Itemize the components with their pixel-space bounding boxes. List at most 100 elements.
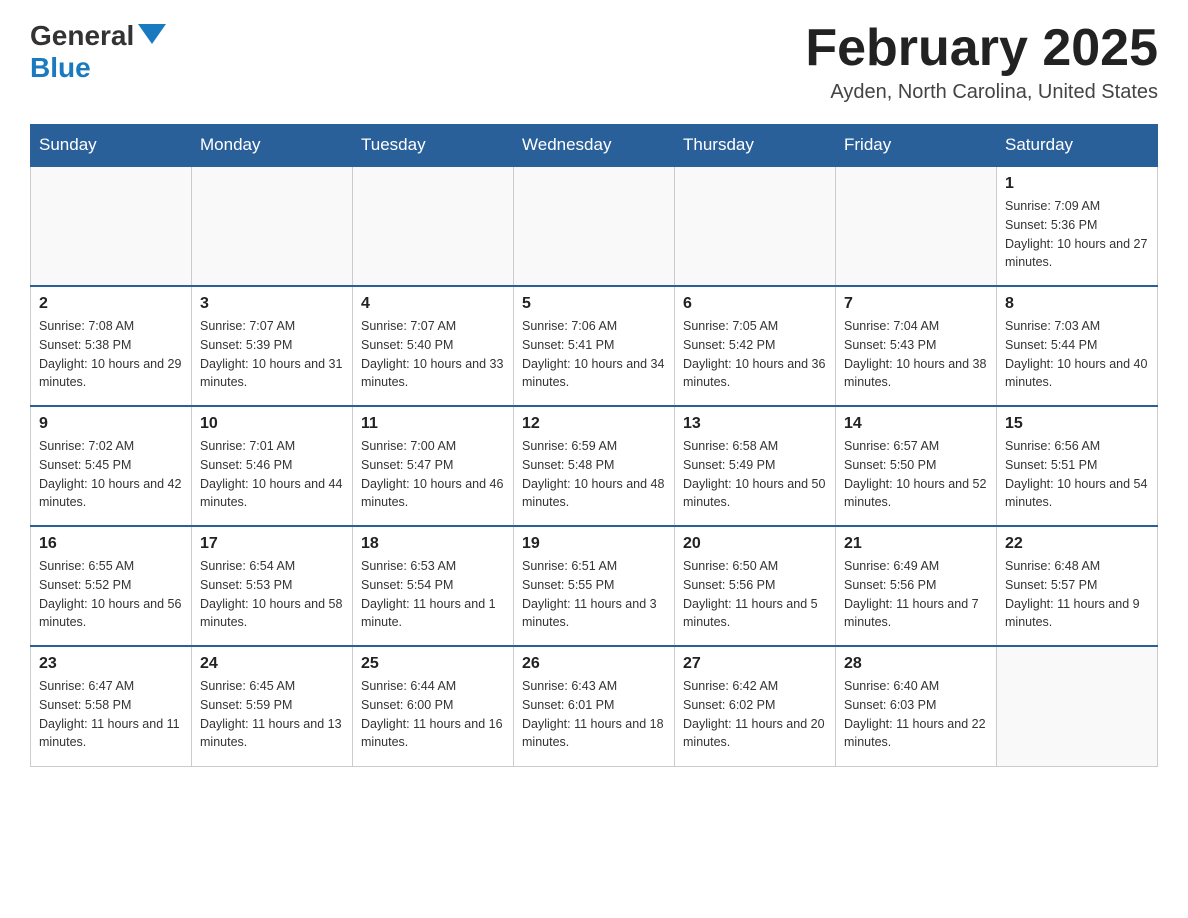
day-number: 9 xyxy=(39,415,183,433)
title-area: February 2025 Ayden, North Carolina, Uni… xyxy=(805,20,1158,104)
calendar-table: SundayMondayTuesdayWednesdayThursdayFrid… xyxy=(30,124,1158,767)
day-number: 19 xyxy=(522,535,666,553)
day-info: Sunrise: 6:42 AMSunset: 6:02 PMDaylight:… xyxy=(683,677,827,752)
weekday-header-monday: Monday xyxy=(192,125,353,167)
logo: General Blue xyxy=(30,20,166,84)
day-number: 16 xyxy=(39,535,183,553)
day-info: Sunrise: 6:51 AMSunset: 5:55 PMDaylight:… xyxy=(522,557,666,632)
weekday-header-wednesday: Wednesday xyxy=(514,125,675,167)
calendar-cell xyxy=(192,166,353,286)
weekday-header-sunday: Sunday xyxy=(31,125,192,167)
page-header: General Blue February 2025 Ayden, North … xyxy=(30,20,1158,104)
logo-triangle-icon xyxy=(138,24,166,44)
calendar-cell: 18Sunrise: 6:53 AMSunset: 5:54 PMDayligh… xyxy=(353,526,514,646)
day-info: Sunrise: 6:58 AMSunset: 5:49 PMDaylight:… xyxy=(683,437,827,512)
day-info: Sunrise: 6:43 AMSunset: 6:01 PMDaylight:… xyxy=(522,677,666,752)
day-number: 11 xyxy=(361,415,505,433)
day-number: 17 xyxy=(200,535,344,553)
day-number: 27 xyxy=(683,655,827,673)
calendar-cell xyxy=(836,166,997,286)
calendar-cell: 22Sunrise: 6:48 AMSunset: 5:57 PMDayligh… xyxy=(997,526,1158,646)
day-info: Sunrise: 7:04 AMSunset: 5:43 PMDaylight:… xyxy=(844,317,988,392)
day-info: Sunrise: 6:55 AMSunset: 5:52 PMDaylight:… xyxy=(39,557,183,632)
calendar-cell xyxy=(353,166,514,286)
day-info: Sunrise: 6:54 AMSunset: 5:53 PMDaylight:… xyxy=(200,557,344,632)
day-number: 12 xyxy=(522,415,666,433)
day-number: 25 xyxy=(361,655,505,673)
day-info: Sunrise: 6:40 AMSunset: 6:03 PMDaylight:… xyxy=(844,677,988,752)
day-number: 2 xyxy=(39,295,183,313)
day-number: 8 xyxy=(1005,295,1149,313)
week-row-5: 23 Sunrise: 6:47 AMSunset: 5:58 PMDayligh… xyxy=(31,646,1158,766)
day-number: 7 xyxy=(844,295,988,313)
day-number: 15 xyxy=(1005,415,1149,433)
logo-blue-text: Blue xyxy=(30,52,91,84)
calendar-cell: 14 Sunrise: 6:57 AMSunset: 5:50 PMDayligh… xyxy=(836,406,997,526)
calendar-cell: 4 Sunrise: 7:07 AMSunset: 5:40 PMDaylight… xyxy=(353,286,514,406)
day-info: Sunrise: 7:01 AMSunset: 5:46 PMDaylight:… xyxy=(200,437,344,512)
day-info: Sunrise: 7:07 AMSunset: 5:40 PMDaylight:… xyxy=(361,317,505,392)
day-info: Sunrise: 7:09 AMSunset: 5:36 PMDaylight:… xyxy=(1005,197,1149,272)
day-number: 28 xyxy=(844,655,988,673)
day-number: 20 xyxy=(683,535,827,553)
day-number: 4 xyxy=(361,295,505,313)
weekday-header-saturday: Saturday xyxy=(997,125,1158,167)
weekday-header-thursday: Thursday xyxy=(675,125,836,167)
calendar-cell xyxy=(997,646,1158,766)
calendar-cell: 26 Sunrise: 6:43 AMSunset: 6:01 PMDayligh… xyxy=(514,646,675,766)
calendar-cell: 6 Sunrise: 7:05 AMSunset: 5:42 PMDaylight… xyxy=(675,286,836,406)
month-title: February 2025 xyxy=(805,20,1158,77)
location-subtitle: Ayden, North Carolina, United States xyxy=(805,81,1158,104)
logo-general-text: General xyxy=(30,20,134,52)
calendar-cell: 15 Sunrise: 6:56 AMSunset: 5:51 PMDayligh… xyxy=(997,406,1158,526)
day-number: 10 xyxy=(200,415,344,433)
day-number: 26 xyxy=(522,655,666,673)
calendar-cell: 12 Sunrise: 6:59 AMSunset: 5:48 PMDayligh… xyxy=(514,406,675,526)
week-row-4: 16 Sunrise: 6:55 AMSunset: 5:52 PMDayligh… xyxy=(31,526,1158,646)
day-info: Sunrise: 7:05 AMSunset: 5:42 PMDaylight:… xyxy=(683,317,827,392)
day-info: Sunrise: 7:02 AMSunset: 5:45 PMDaylight:… xyxy=(39,437,183,512)
week-row-3: 9 Sunrise: 7:02 AMSunset: 5:45 PMDaylight… xyxy=(31,406,1158,526)
calendar-cell: 20Sunrise: 6:50 AMSunset: 5:56 PMDayligh… xyxy=(675,526,836,646)
day-number: 14 xyxy=(844,415,988,433)
calendar-cell: 8 Sunrise: 7:03 AMSunset: 5:44 PMDaylight… xyxy=(997,286,1158,406)
calendar-cell: 25 Sunrise: 6:44 AMSunset: 6:00 PMDayligh… xyxy=(353,646,514,766)
day-number: 6 xyxy=(683,295,827,313)
day-number: 13 xyxy=(683,415,827,433)
day-info: Sunrise: 6:59 AMSunset: 5:48 PMDaylight:… xyxy=(522,437,666,512)
day-info: Sunrise: 6:56 AMSunset: 5:51 PMDaylight:… xyxy=(1005,437,1149,512)
calendar-cell: 23 Sunrise: 6:47 AMSunset: 5:58 PMDayligh… xyxy=(31,646,192,766)
day-number: 1 xyxy=(1005,175,1149,193)
day-info: Sunrise: 6:57 AMSunset: 5:50 PMDaylight:… xyxy=(844,437,988,512)
calendar-cell: 28 Sunrise: 6:40 AMSunset: 6:03 PMDayligh… xyxy=(836,646,997,766)
calendar-cell: 7 Sunrise: 7:04 AMSunset: 5:43 PMDaylight… xyxy=(836,286,997,406)
calendar-cell: 5Sunrise: 7:06 AMSunset: 5:41 PMDaylight… xyxy=(514,286,675,406)
calendar-cell: 3Sunrise: 7:07 AMSunset: 5:39 PMDaylight… xyxy=(192,286,353,406)
day-info: Sunrise: 7:00 AMSunset: 5:47 PMDaylight:… xyxy=(361,437,505,512)
calendar-cell xyxy=(675,166,836,286)
calendar-cell: 21 Sunrise: 6:49 AMSunset: 5:56 PMDayligh… xyxy=(836,526,997,646)
day-number: 23 xyxy=(39,655,183,673)
day-info: Sunrise: 7:07 AMSunset: 5:39 PMDaylight:… xyxy=(200,317,344,392)
day-info: Sunrise: 6:48 AMSunset: 5:57 PMDaylight:… xyxy=(1005,557,1149,632)
day-number: 5 xyxy=(522,295,666,313)
day-info: Sunrise: 6:44 AMSunset: 6:00 PMDaylight:… xyxy=(361,677,505,752)
week-row-1: 1 Sunrise: 7:09 AMSunset: 5:36 PMDaylight… xyxy=(31,166,1158,286)
calendar-cell: 1 Sunrise: 7:09 AMSunset: 5:36 PMDaylight… xyxy=(997,166,1158,286)
day-number: 21 xyxy=(844,535,988,553)
calendar-cell: 13 Sunrise: 6:58 AMSunset: 5:49 PMDayligh… xyxy=(675,406,836,526)
calendar-cell: 24Sunrise: 6:45 AMSunset: 5:59 PMDayligh… xyxy=(192,646,353,766)
calendar-cell xyxy=(31,166,192,286)
calendar-cell: 16 Sunrise: 6:55 AMSunset: 5:52 PMDayligh… xyxy=(31,526,192,646)
weekday-header-row: SundayMondayTuesdayWednesdayThursdayFrid… xyxy=(31,125,1158,167)
calendar-cell: 11 Sunrise: 7:00 AMSunset: 5:47 PMDayligh… xyxy=(353,406,514,526)
weekday-header-tuesday: Tuesday xyxy=(353,125,514,167)
day-number: 18 xyxy=(361,535,505,553)
calendar-cell xyxy=(514,166,675,286)
day-info: Sunrise: 7:03 AMSunset: 5:44 PMDaylight:… xyxy=(1005,317,1149,392)
weekday-header-friday: Friday xyxy=(836,125,997,167)
calendar-cell: 17 Sunrise: 6:54 AMSunset: 5:53 PMDayligh… xyxy=(192,526,353,646)
calendar-cell: 9 Sunrise: 7:02 AMSunset: 5:45 PMDaylight… xyxy=(31,406,192,526)
day-info: Sunrise: 6:49 AMSunset: 5:56 PMDaylight:… xyxy=(844,557,988,632)
day-info: Sunrise: 6:47 AMSunset: 5:58 PMDaylight:… xyxy=(39,677,183,752)
